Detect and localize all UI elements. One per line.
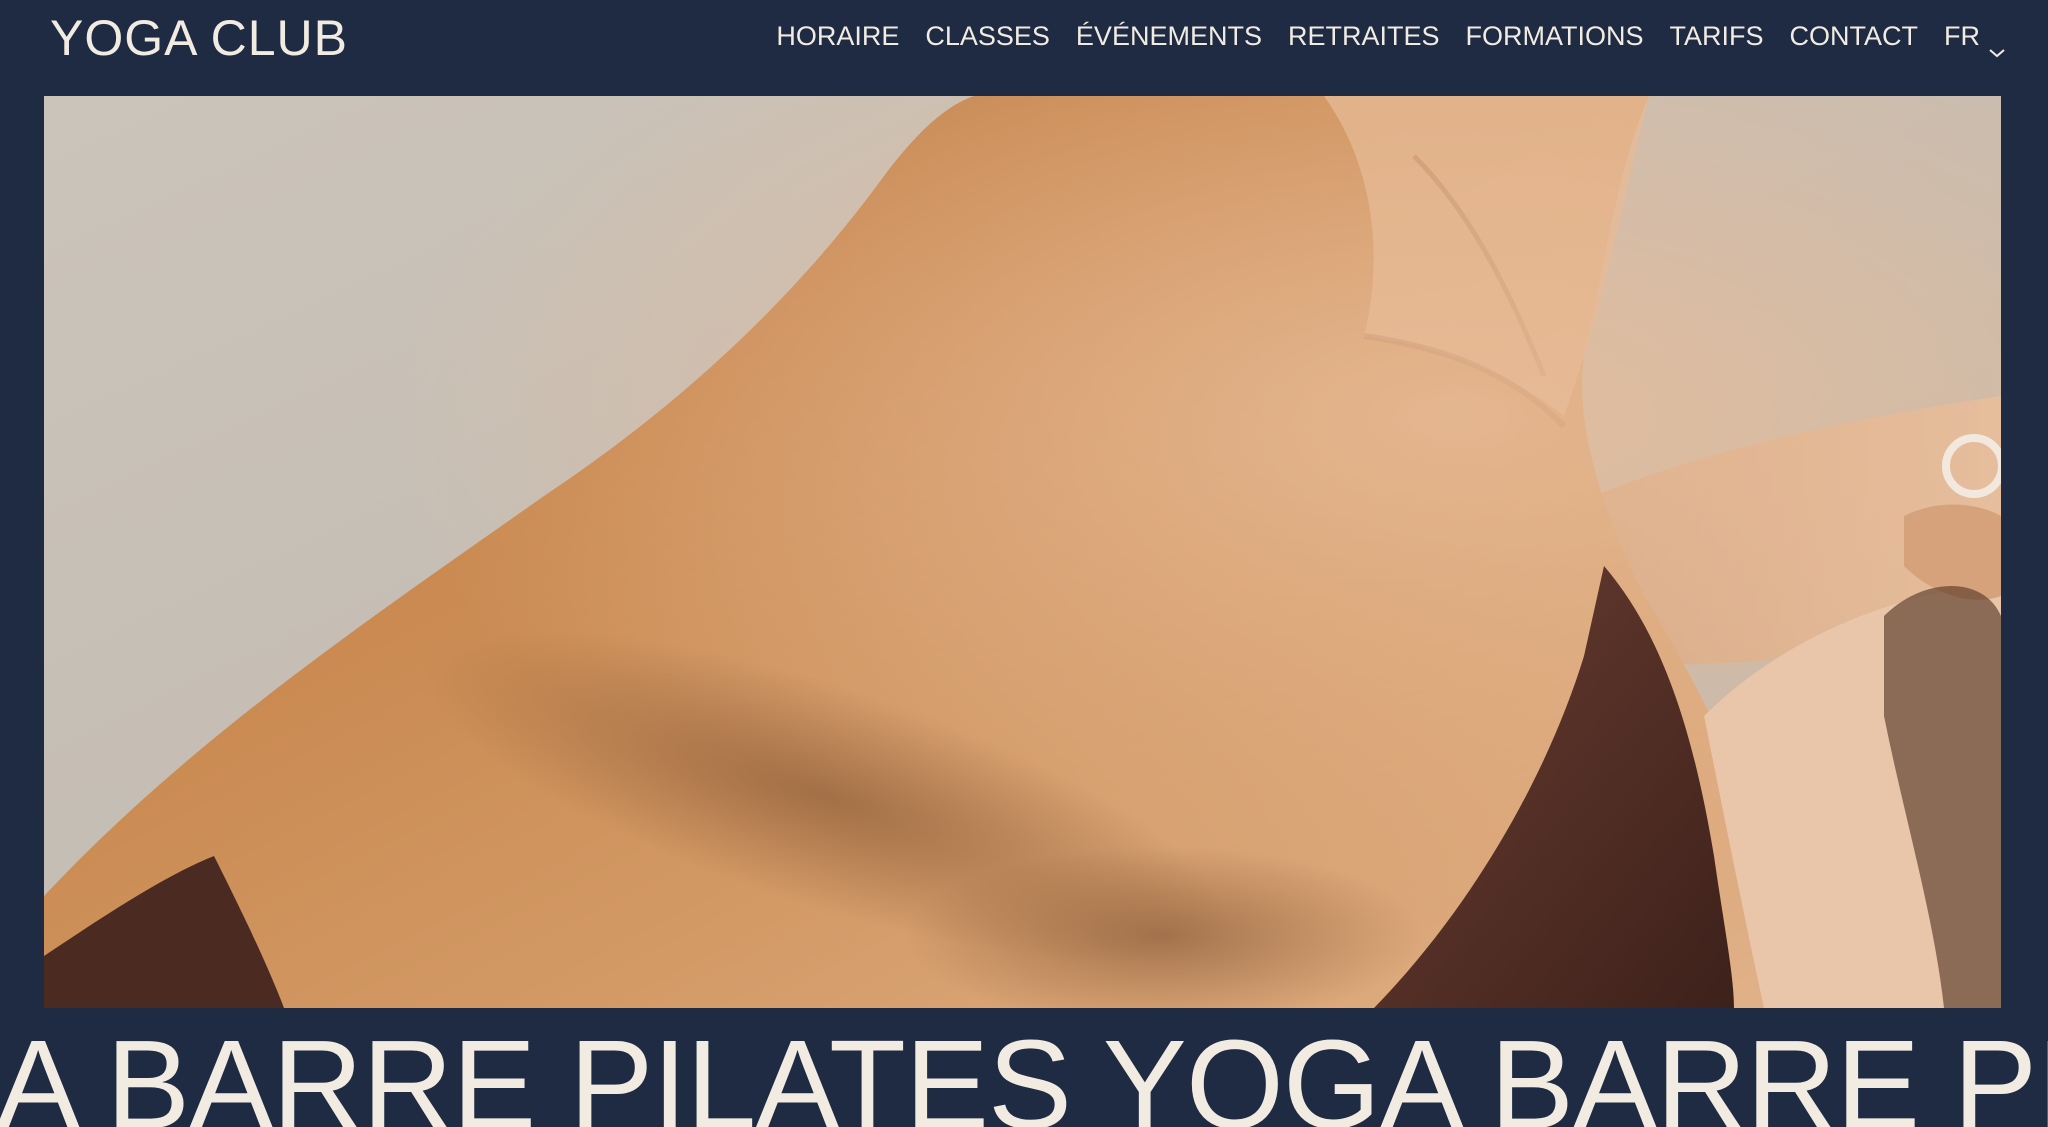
hero-photo-illustration: [44, 96, 2001, 1008]
site-logo[interactable]: YOGA CLUB: [50, 8, 348, 68]
language-label: FR: [1944, 21, 1980, 51]
nav-classes[interactable]: CLASSES: [925, 16, 1050, 56]
nav-formations[interactable]: FORMATIONS: [1466, 16, 1644, 56]
nav-evenements[interactable]: ÉVÉNEMENTS: [1076, 16, 1262, 56]
nav-retraites[interactable]: RETRAITES: [1288, 16, 1440, 56]
chevron-down-icon: [1988, 30, 2006, 58]
nav-horaire[interactable]: HORAIRE: [776, 16, 899, 56]
main-nav: HORAIRE CLASSES ÉVÉNEMENTS RETRAITES FOR…: [776, 16, 2006, 58]
hero-image: [44, 96, 2001, 1008]
marquee-banner: A BARRE PILATES YOGA BARRE PILATES Y: [0, 1022, 2048, 1127]
language-selector[interactable]: FR: [1944, 16, 2006, 58]
nav-tarifs[interactable]: TARIFS: [1670, 16, 1764, 56]
page: YOGA CLUB HORAIRE CLASSES ÉVÉNEMENTS RET…: [0, 0, 2048, 1127]
site-header: YOGA CLUB HORAIRE CLASSES ÉVÉNEMENTS RET…: [0, 0, 2048, 96]
nav-contact[interactable]: CONTACT: [1790, 16, 1919, 56]
